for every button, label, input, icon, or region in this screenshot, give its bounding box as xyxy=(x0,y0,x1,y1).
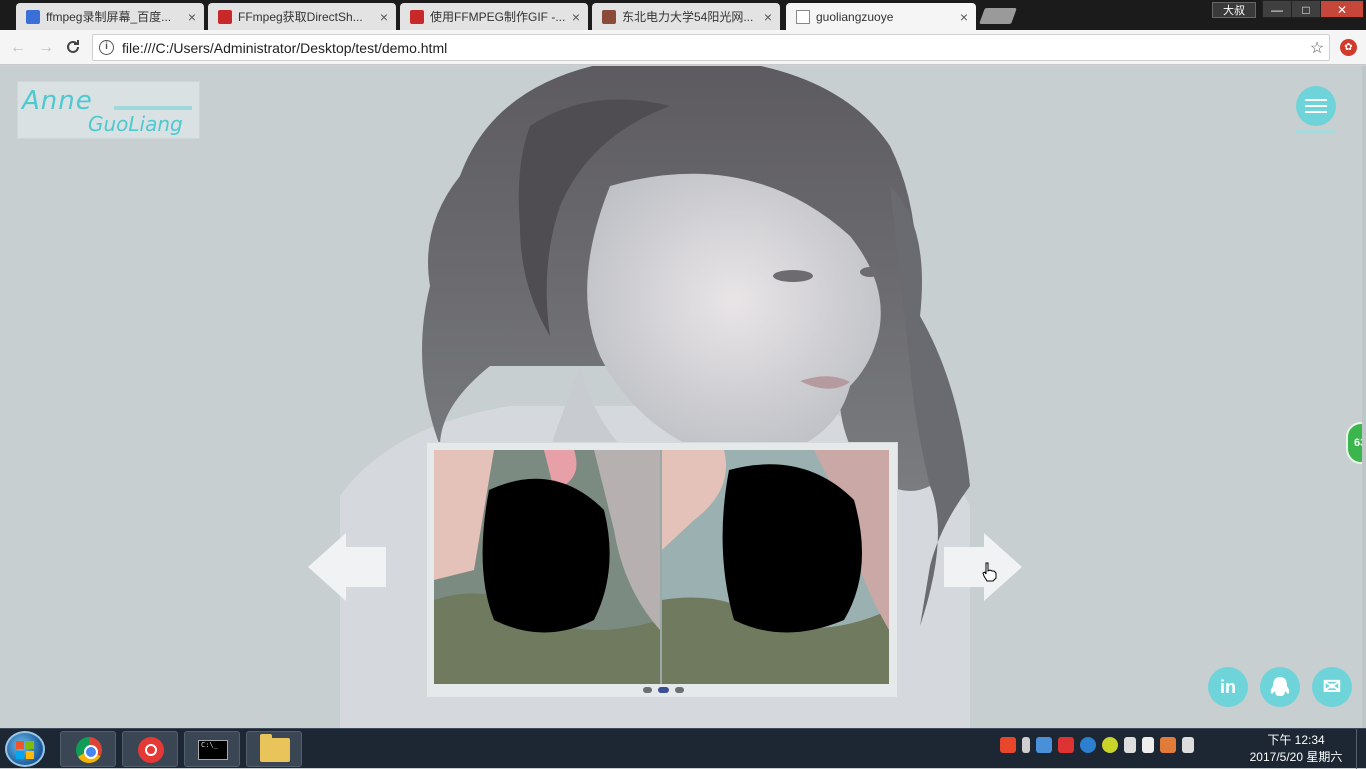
windows-taskbar: C:\_ 下午 12:34 2017/5/20 星期六 xyxy=(0,728,1366,769)
taskbar-explorer[interactable] xyxy=(246,731,302,767)
linkedin-icon[interactable]: in xyxy=(1208,667,1248,707)
taskbar-chrome[interactable] xyxy=(60,731,116,767)
logo-text-first: Anne xyxy=(22,86,93,116)
taskbar-console[interactable]: C:\_ xyxy=(184,731,240,767)
tab-title: ffmpeg录制屏幕_百度... xyxy=(46,10,172,24)
globe-icon[interactable] xyxy=(1080,737,1096,753)
url-text[interactable]: file:///C:/Users/Administrator/Desktop/t… xyxy=(122,40,1305,56)
bookmark-star-icon[interactable]: ☆ xyxy=(1305,38,1329,58)
address-bar[interactable]: i file:///C:/Users/Administrator/Desktop… xyxy=(92,34,1330,61)
add-icon[interactable] xyxy=(1102,737,1118,753)
signal-icon[interactable] xyxy=(1124,737,1136,753)
page-scrollbar[interactable] xyxy=(1362,66,1366,728)
tab-3[interactable]: 使用FFMPEG制作GIF -... × xyxy=(400,3,588,30)
folder-icon xyxy=(260,734,290,762)
hamburger-menu-icon[interactable] xyxy=(1296,86,1336,126)
system-tray xyxy=(1000,737,1194,753)
baidu-paw-icon xyxy=(26,9,40,24)
netease-tray-icon[interactable] xyxy=(1058,737,1074,753)
show-desktop-button[interactable] xyxy=(1356,729,1366,769)
tab-title: 使用FFMPEG制作GIF -... xyxy=(430,10,566,24)
forward-button[interactable]: → xyxy=(36,38,56,58)
new-tab-button[interactable] xyxy=(979,8,1017,24)
qq-icon[interactable] xyxy=(1260,667,1300,707)
hand-cursor-icon xyxy=(982,562,997,582)
tab-close-icon[interactable]: × xyxy=(572,9,580,25)
tab-4[interactable]: 东北电力大学54阳光网... × xyxy=(592,3,780,30)
console-icon: C:\_ xyxy=(198,740,228,760)
menu-caption-bar xyxy=(1296,130,1336,134)
tab-close-icon[interactable]: × xyxy=(188,9,196,25)
browser-toolbar: ← → i file:///C:/Users/Administrator/Des… xyxy=(0,30,1366,65)
csdn-icon xyxy=(410,9,424,24)
logo-subtitle-bar xyxy=(114,106,192,110)
slider-dots xyxy=(427,687,899,693)
csdn-icon xyxy=(218,9,232,24)
menu-line xyxy=(1305,111,1327,113)
tab-1[interactable]: ffmpeg录制屏幕_百度... × xyxy=(16,3,204,30)
extension-icon[interactable]: ✿ xyxy=(1340,39,1357,56)
tab-2[interactable]: FFmpeg获取DirectSh... × xyxy=(208,3,396,30)
slider-dot-active[interactable] xyxy=(657,687,669,693)
system-clock[interactable]: 下午 12:34 2017/5/20 星期六 xyxy=(1246,732,1346,766)
user-tray-icon[interactable] xyxy=(1160,737,1176,753)
qq-penguin-icon xyxy=(1270,677,1290,696)
image-slider[interactable] xyxy=(426,442,898,698)
clock-time: 下午 12:34 xyxy=(1267,733,1325,747)
netease-music-icon xyxy=(138,737,164,763)
slider-prev-arrow-icon[interactable] xyxy=(308,533,386,601)
page-viewport: Anne GuoLiang 63 in ✉ xyxy=(0,66,1366,728)
volume-icon[interactable] xyxy=(1182,737,1194,753)
info-icon[interactable]: i xyxy=(99,40,114,55)
maximize-button[interactable]: □ xyxy=(1291,0,1321,18)
tab-title: 东北电力大学54阳光网... xyxy=(622,10,754,24)
document-icon xyxy=(796,9,810,24)
reload-button[interactable] xyxy=(63,38,83,58)
tab-strip: ffmpeg录制屏幕_百度... × FFmpeg获取DirectSh... ×… xyxy=(0,0,1366,30)
tab-active[interactable]: guoliangzuoye × xyxy=(786,3,976,30)
clock-date: 2017/5/20 星期六 xyxy=(1249,750,1343,764)
taskbar-music[interactable] xyxy=(122,731,178,767)
reload-icon xyxy=(67,40,79,53)
tab-title: FFmpeg获取DirectSh... xyxy=(238,10,363,24)
clipboard-icon[interactable] xyxy=(1142,737,1154,753)
tab-close-icon[interactable]: × xyxy=(960,9,968,25)
back-button[interactable]: ← xyxy=(8,38,28,58)
tab-close-icon[interactable]: × xyxy=(380,9,388,25)
chrome-icon xyxy=(76,737,102,763)
profile-button[interactable]: 大叔 xyxy=(1212,2,1256,18)
sogou-input-icon[interactable] xyxy=(1000,737,1016,753)
tab-title: guoliangzuoye xyxy=(816,9,894,24)
tab-close-icon[interactable]: × xyxy=(764,9,772,25)
menu-line xyxy=(1305,99,1327,101)
start-button[interactable] xyxy=(5,731,45,767)
close-window-button[interactable]: ✕ xyxy=(1320,0,1364,18)
windows-logo-icon xyxy=(16,741,34,759)
site-icon xyxy=(602,9,616,24)
slider-dot[interactable] xyxy=(642,687,652,693)
minimize-button[interactable]: — xyxy=(1262,0,1292,18)
slide-image xyxy=(434,450,889,684)
network-tool-icon[interactable] xyxy=(1036,737,1052,753)
mail-icon[interactable]: ✉ xyxy=(1312,667,1352,707)
slider-dot[interactable] xyxy=(674,687,684,693)
site-logo[interactable]: Anne GuoLiang xyxy=(17,81,200,139)
logo-text-second: GuoLiang xyxy=(88,112,183,136)
menu-line xyxy=(1305,105,1327,107)
tray-arrow-icon[interactable] xyxy=(1022,737,1030,753)
